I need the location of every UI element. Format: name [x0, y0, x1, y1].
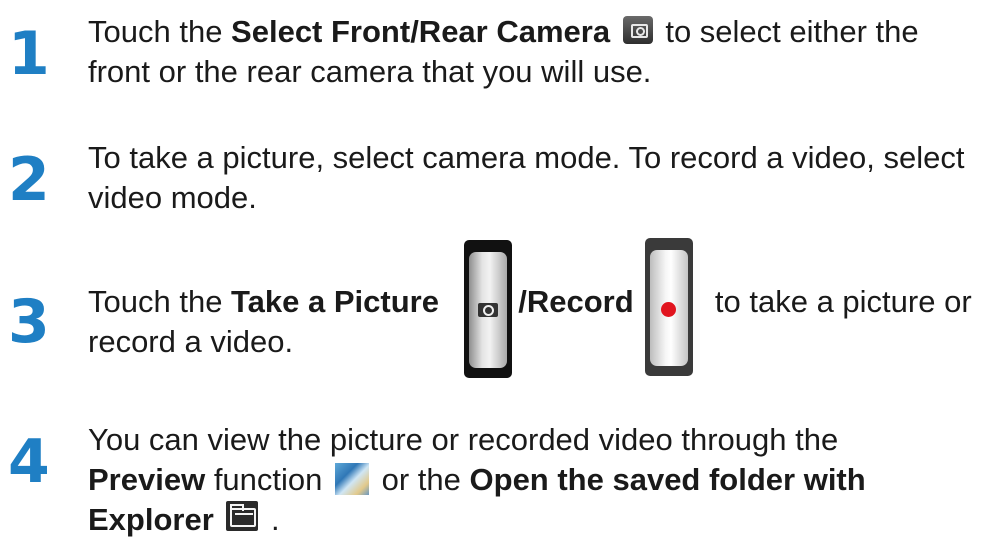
camera-shutter-icon — [464, 240, 512, 378]
step-line: Touch the Take a Picture /Record to take… — [88, 282, 996, 322]
text-run: Touch the — [88, 284, 232, 319]
step-line: You can view the picture or recorded vid… — [88, 422, 839, 457]
step-number: 4 — [8, 427, 50, 497]
text-run: to select either the — [656, 14, 919, 49]
step-number: 2 — [8, 145, 50, 215]
step-line: To take a picture, select camera mode. T… — [88, 140, 965, 175]
step-text: Touch the Select Front/Rear Camera to se… — [88, 12, 996, 92]
ui-term-take-picture: Take a Picture — [231, 284, 439, 319]
step-line: Explorer . — [88, 500, 996, 540]
step-number: 1 — [8, 19, 50, 89]
step-line: video mode. — [88, 180, 257, 215]
step-text: To take a picture, select camera mode. T… — [88, 138, 996, 218]
ui-term-record: /Record — [518, 284, 634, 319]
preview-icon — [335, 462, 370, 495]
ui-term-open-folder: Open the saved folder with — [469, 462, 866, 497]
step-line: front or the rear camera that you will u… — [88, 54, 652, 89]
text-run: . — [262, 502, 280, 537]
step-line: Touch the Select Front/Rear Camera to se… — [88, 12, 996, 52]
text-run: function — [205, 462, 332, 497]
text-run: to take a picture or — [714, 284, 972, 319]
step-text: Touch the Take a Picture /Record to take… — [88, 282, 996, 362]
ui-term-select-camera: Select Front/Rear Camera — [231, 14, 611, 49]
text-run: or the — [373, 462, 470, 497]
record-icon — [645, 238, 693, 376]
switch-camera-icon — [622, 15, 653, 44]
ui-term-explorer: Explorer — [88, 502, 214, 537]
step-line: Preview function or the Open the saved f… — [88, 460, 996, 500]
text-run: Touch the — [88, 14, 232, 49]
step-text: You can view the picture or recorded vid… — [88, 420, 996, 540]
step-line: record a video. — [88, 324, 294, 359]
step-number: 3 — [8, 287, 50, 357]
folder-explorer-icon — [226, 500, 259, 531]
ui-term-preview: Preview — [88, 462, 206, 497]
